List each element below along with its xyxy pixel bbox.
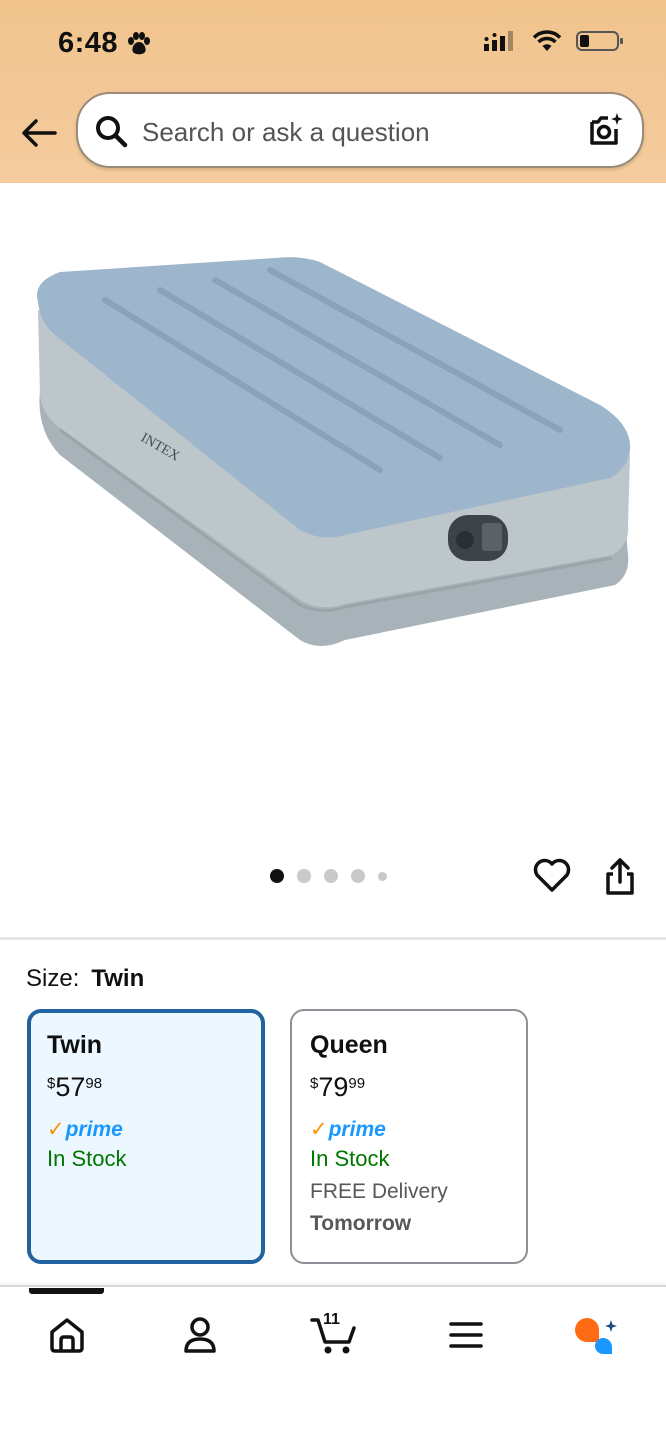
section-divider: [0, 937, 666, 940]
delivery-info: FREE Delivery: [310, 1180, 448, 1203]
price-symbol: $: [310, 1075, 319, 1092]
size-label: Size:: [26, 965, 80, 992]
price-cents: 99: [348, 1075, 366, 1092]
back-button[interactable]: [18, 112, 60, 154]
share-button[interactable]: [603, 856, 637, 903]
search-icon: [96, 116, 128, 148]
status-time-text: 6:48: [58, 27, 119, 59]
menu-icon: [449, 1322, 483, 1348]
size-selected-value: Twin: [91, 965, 145, 992]
nav-cart[interactable]: 11: [306, 1311, 362, 1358]
active-tab-indicator: [29, 1288, 104, 1294]
wishlist-button[interactable]: [532, 856, 572, 899]
stock-status: In Stock: [47, 1146, 127, 1171]
price-whole: 57: [55, 1072, 86, 1102]
wifi-icon: [532, 30, 562, 51]
nav-menu[interactable]: [441, 1312, 491, 1358]
status-time: 6:48: [58, 27, 152, 60]
cart-count: 11: [323, 1311, 340, 1328]
header: 6:48 Search or ask a question: [0, 0, 666, 183]
heart-icon: [533, 858, 571, 892]
size-option-price: $ 79 99: [310, 1072, 508, 1103]
battery-icon: [576, 31, 623, 51]
price-cents: 98: [85, 1075, 103, 1092]
pager-dot[interactable]: [378, 871, 387, 881]
product-image[interactable]: INTEX: [0, 183, 666, 823]
rufus-icon: [575, 1318, 617, 1354]
size-heading: Size: Twin: [26, 965, 144, 993]
nav-account[interactable]: [175, 1312, 225, 1358]
prime-label: prime: [65, 1117, 123, 1141]
nav-rufus[interactable]: [572, 1312, 622, 1358]
image-pager[interactable]: [270, 869, 387, 883]
delivery-date: Tomorrow: [310, 1212, 412, 1235]
search-input[interactable]: Search or ask a question: [142, 117, 430, 148]
prime-check-icon: ✓: [310, 1118, 328, 1141]
search-bar[interactable]: Search or ask a question: [76, 92, 644, 168]
status-indicators: [484, 30, 624, 52]
size-option-name: Queen: [310, 1031, 388, 1059]
nav-home[interactable]: [42, 1312, 92, 1358]
paw-icon: [128, 31, 151, 54]
camera-icon[interactable]: [586, 110, 626, 150]
prime-label: prime: [328, 1117, 386, 1141]
prime-badge: ✓ prime: [47, 1117, 245, 1142]
prime-badge: ✓ prime: [310, 1117, 508, 1142]
size-option-name: Twin: [47, 1031, 103, 1059]
price-whole: 79: [318, 1072, 349, 1102]
bottom-nav: [0, 1285, 666, 1440]
account-icon: [184, 1317, 216, 1353]
product-page: 6:48 Search or ask a question INTEX Size…: [0, 0, 666, 1440]
size-option-twin[interactable]: Twin $ 57 98 ✓ prime In Stock: [27, 1009, 265, 1264]
pager-dot[interactable]: [351, 869, 365, 883]
pager-dot[interactable]: [270, 869, 284, 883]
home-icon: [50, 1318, 84, 1353]
air-mattress-image: INTEX: [36, 257, 631, 646]
pager-dot[interactable]: [324, 869, 338, 883]
stock-status: In Stock: [310, 1146, 390, 1171]
signal-icon: [484, 31, 513, 51]
price-symbol: $: [47, 1075, 56, 1092]
size-option-queen[interactable]: Queen $ 79 99 ✓ prime In Stock FREE Deli…: [290, 1009, 528, 1264]
prime-check-icon: ✓: [47, 1118, 65, 1141]
size-option-price: $ 57 98: [47, 1072, 245, 1103]
arrow-left-icon: [22, 119, 57, 147]
pager-dot[interactable]: [297, 869, 311, 883]
share-icon: [606, 858, 634, 895]
